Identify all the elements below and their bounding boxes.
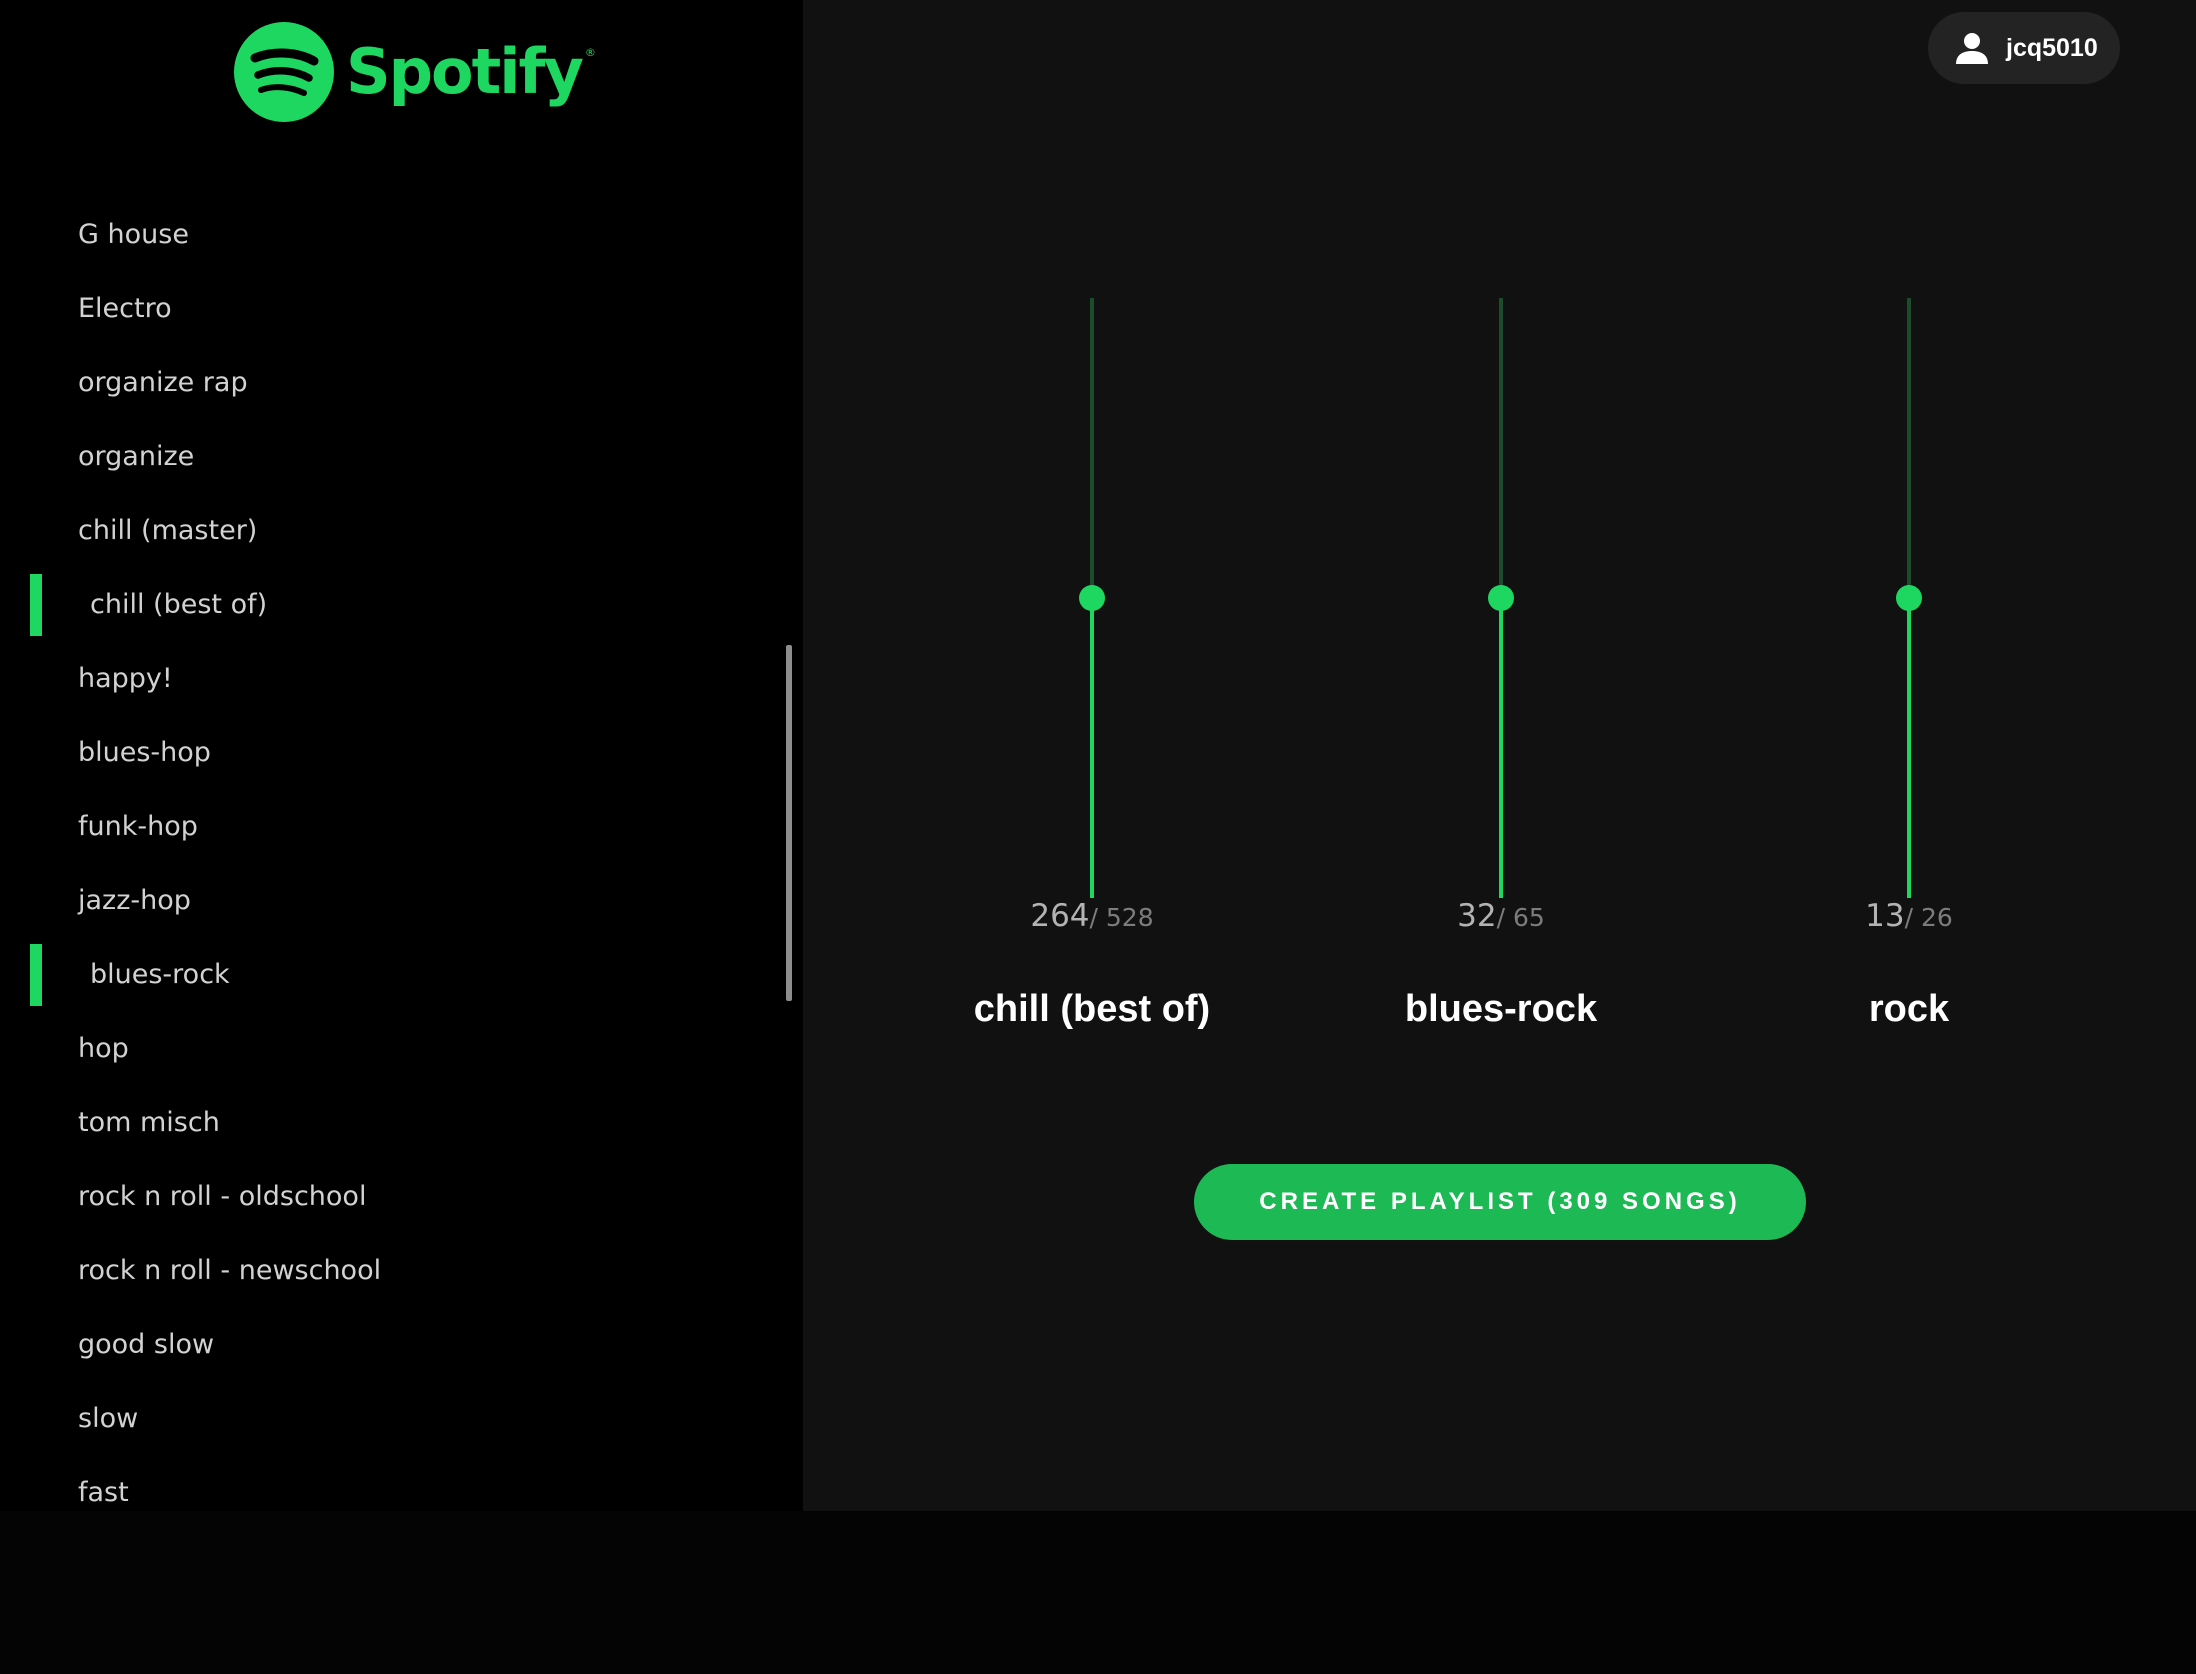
sidebar-item[interactable]: tom misch (0, 1085, 780, 1159)
sidebar-item[interactable]: rock n roll - oldschool (0, 1159, 780, 1233)
playlist-slider: 13/ 26 rock (1699, 298, 2119, 1058)
slider-thumb[interactable] (1896, 585, 1922, 611)
selected-song-count: 264 (1030, 898, 1090, 934)
sidebar-item[interactable]: blues-hop (0, 715, 780, 789)
sidebar-item[interactable]: hop (0, 1011, 780, 1085)
slider-fill (1499, 598, 1503, 898)
spotify-logo[interactable]: Spotify ® (234, 21, 596, 123)
sidebar-item-label: rock n roll - newschool (78, 1254, 382, 1286)
sidebar-item[interactable]: rock n roll - newschool (0, 1233, 780, 1307)
username: jcq5010 (2006, 33, 2098, 62)
sidebar-item[interactable]: good slow (0, 1307, 780, 1381)
registered-mark: ® (584, 46, 596, 59)
selected-song-count: 32 (1457, 898, 1497, 934)
sidebar-item[interactable]: blues-rock (0, 937, 780, 1011)
slider-fill (1090, 598, 1094, 898)
sidebar-item-label: slow (78, 1402, 139, 1434)
sidebar-item-label: organize (78, 440, 195, 472)
sidebar-item-label: jazz-hop (78, 884, 191, 916)
total-song-count: / 65 (1496, 903, 1545, 932)
sidebar: Spotify ® G house Electro organize rap organ… (0, 0, 803, 1511)
sidebar-item[interactable]: chill (master) (0, 493, 780, 567)
slider-playlist-name: rock (1868, 988, 1950, 1030)
sidebar-scrollbar[interactable] (786, 645, 792, 1001)
playlist-list: G house Electro organize rap organize chill … (0, 197, 780, 1511)
selection-indicator (30, 574, 42, 636)
sidebar-item[interactable]: organize (0, 419, 780, 493)
total-song-count: / 26 (1904, 903, 1953, 932)
sidebar-item[interactable]: fast (0, 1455, 780, 1511)
sidebar-item[interactable]: jazz-hop (0, 863, 780, 937)
sidebar-item-label: G house (78, 218, 189, 250)
sidebar-item[interactable]: Electro (0, 271, 780, 345)
sidebar-item[interactable]: funk-hop (0, 789, 780, 863)
sidebar-item[interactable]: chill (best of) (0, 567, 780, 641)
sidebar-item-label: tom misch (78, 1106, 220, 1138)
sidebar-item-label: fast (78, 1476, 129, 1508)
selected-song-count: 13 (1865, 898, 1905, 934)
slider-track[interactable] (1079, 298, 1105, 898)
song-count: 264/ 528 (882, 898, 1302, 934)
sidebar-item-label: rock n roll - oldschool (78, 1180, 367, 1212)
sidebar-item-label: funk-hop (78, 810, 198, 842)
sidebar-item-label: happy! (78, 662, 173, 694)
playlist-slider: 264/ 528 chill (best of) (882, 298, 1302, 1058)
slider-thumb[interactable] (1488, 585, 1514, 611)
slider-track[interactable] (1488, 298, 1514, 898)
playlist-slider: 32/ 65 blues-rock (1291, 298, 1711, 1058)
slider-thumb[interactable] (1079, 585, 1105, 611)
slider-playlist-name: blues-rock (1404, 988, 1598, 1030)
main-panel: jcq5010 264/ 528 chill (best of) 32/ 65 blu… (803, 0, 2196, 1511)
wordmark-text: Spotify (346, 35, 584, 108)
spotify-wordmark: Spotify ® (346, 41, 596, 103)
bottom-bar (0, 1511, 2196, 1674)
sidebar-item-label: blues-rock (90, 958, 230, 990)
sidebar-item-label: Electro (78, 292, 172, 324)
slider-fill (1907, 598, 1911, 898)
sidebar-item-label: hop (78, 1032, 129, 1064)
app-window: Spotify ® G house Electro organize rap organ… (0, 0, 2196, 1674)
sidebar-item-label: good slow (78, 1328, 215, 1360)
user-menu-button[interactable]: jcq5010 (1928, 12, 2120, 84)
song-count: 13/ 26 (1699, 898, 2119, 934)
sidebar-item-label: blues-hop (78, 736, 211, 768)
song-count: 32/ 65 (1291, 898, 1711, 934)
sidebar-item-label: chill (master) (78, 514, 258, 546)
slider-playlist-name: chill (best of) (973, 988, 1211, 1030)
sidebar-item[interactable]: organize rap (0, 345, 780, 419)
spotify-icon (234, 22, 334, 122)
sidebar-item[interactable]: G house (0, 197, 780, 271)
sidebar-item[interactable]: slow (0, 1381, 780, 1455)
selection-indicator (30, 944, 42, 1006)
create-playlist-button[interactable]: CREATE PLAYLIST (309 SONGS) (1194, 1164, 1806, 1240)
sidebar-item[interactable]: happy! (0, 641, 780, 715)
sidebar-item-label: chill (best of) (90, 588, 268, 620)
user-icon (1956, 33, 1988, 64)
sidebar-item-label: organize rap (78, 366, 248, 398)
slider-track[interactable] (1896, 298, 1922, 898)
total-song-count: / 528 (1089, 903, 1154, 932)
